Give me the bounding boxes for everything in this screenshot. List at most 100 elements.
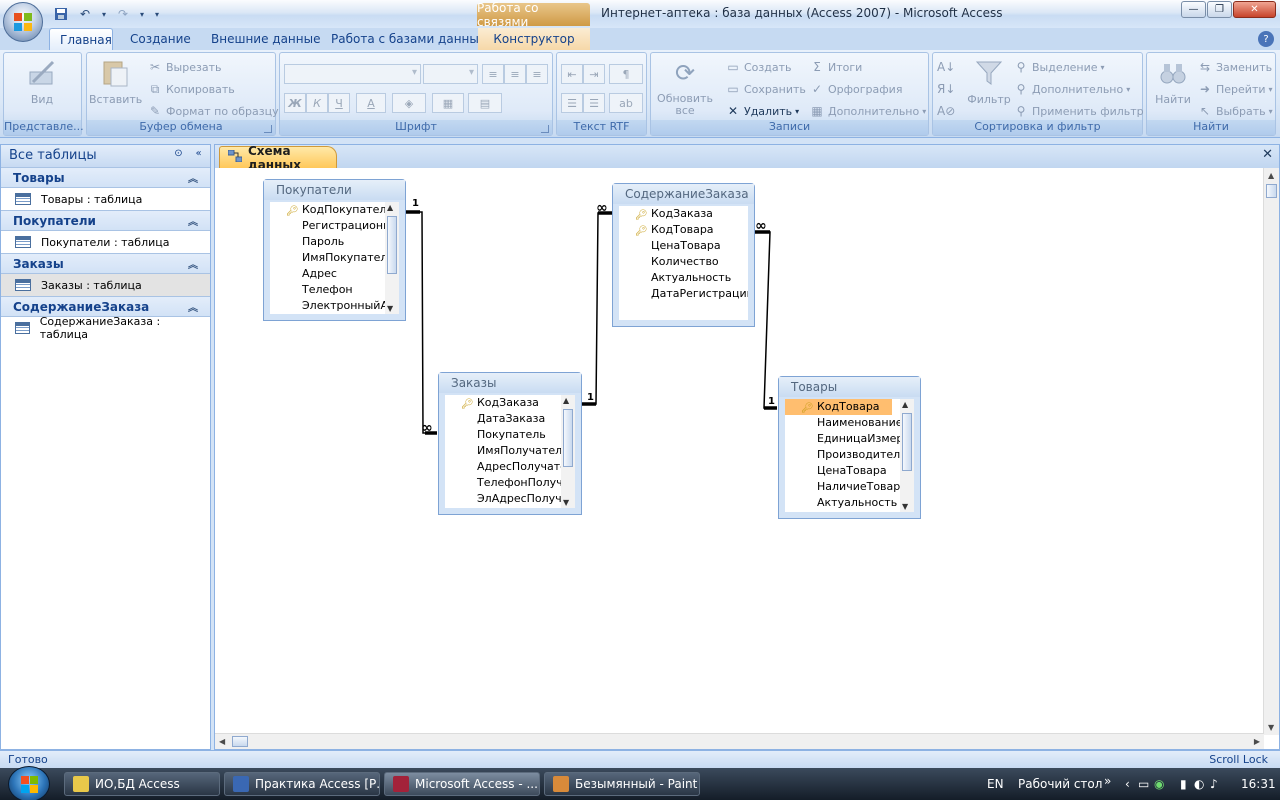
start-button[interactable] (8, 766, 50, 800)
table-box-products[interactable]: Товары 🔑︎ КодТовара Наименование ЕдиницаИ… (778, 376, 921, 519)
selection-filter-button[interactable]: ⚲ Выделение ▾ (1013, 58, 1105, 76)
save-record-button[interactable]: ▭ Сохранить (725, 80, 806, 98)
field-item[interactable]: Телефон (270, 282, 399, 298)
tab-design[interactable]: Конструктор (478, 28, 590, 50)
table-box-order-items[interactable]: СодержаниеЗаказа 🔑︎ КодЗаказа 🔑︎ КодТовара… (612, 183, 755, 327)
increase-indent-icon[interactable]: ⇥ (583, 64, 605, 84)
select-button[interactable]: ↖ Выбрать ▾ (1197, 102, 1273, 120)
tab-create[interactable]: Создание (120, 28, 201, 50)
field-item-selected[interactable]: 🔑︎ КодТовара (785, 399, 892, 415)
sort-descending-icon[interactable]: Я↓ (937, 80, 955, 98)
italic-button[interactable]: К (306, 93, 328, 113)
scroll-right-icon[interactable]: ▶ (1254, 737, 1260, 746)
format-painter-button[interactable]: ✎ Формат по образцу (147, 102, 279, 120)
tab-relationships-diagram[interactable]: Схема данных (219, 144, 337, 172)
bullets-icon[interactable]: ☰ (583, 93, 605, 113)
gridlines-icon[interactable]: ▦ (432, 93, 464, 113)
taskbar-item-word[interactable]: Практика Access [Р... (224, 772, 380, 796)
fill-color-icon[interactable]: ◈ (392, 93, 426, 113)
advanced-filter-button[interactable]: ⚲ Дополнительно ▾ (1013, 80, 1131, 98)
nav-group-order-items[interactable]: СодержаниеЗаказа ︽ (1, 296, 210, 317)
field-item[interactable]: ЭлАдресПолучателя (445, 491, 575, 507)
align-center-icon[interactable]: ≡ (504, 64, 526, 84)
security-icon[interactable]: ▮ (1180, 777, 1187, 791)
decrease-indent-icon[interactable]: ⇤ (561, 64, 583, 84)
alt-row-color-icon[interactable]: ▤ (468, 93, 502, 113)
field-item[interactable]: Наименование (785, 415, 914, 431)
field-item[interactable]: 🔑︎ КодТовара (619, 222, 748, 238)
table-title[interactable]: СодержаниеЗаказа (613, 184, 754, 204)
field-item[interactable]: Производитель (785, 447, 914, 463)
maximize-icon[interactable]: ❐ (1207, 1, 1232, 18)
nav-group-customers[interactable]: Покупатели ︽ (1, 210, 210, 231)
field-item[interactable]: 🔑︎ КодПокупателя (270, 202, 399, 218)
field-item[interactable]: ЦенаТовара (785, 463, 914, 479)
refresh-all-button[interactable]: ⟳ Обновить все (655, 57, 715, 119)
table-box-orders[interactable]: Заказы 🔑︎ КодЗаказа ДатаЗаказа Покупатель… (438, 372, 582, 515)
nav-collapse-icon[interactable]: « (191, 148, 206, 163)
horizontal-scrollbar[interactable]: ◀ ▶ (215, 733, 1264, 749)
desktop-toolbar[interactable]: Рабочий стол (1018, 777, 1102, 791)
field-scrollbar[interactable]: ▲ ▼ (385, 202, 399, 314)
field-item[interactable]: НаличиеТовара (785, 479, 914, 495)
save-icon[interactable] (52, 5, 70, 23)
highlight-icon[interactable]: ab (609, 93, 643, 113)
clear-sort-icon[interactable]: A⊘ (937, 102, 955, 120)
field-item[interactable]: ЕдиницаИзмерения (785, 431, 914, 447)
field-item[interactable]: ЭлектронныйАдрес (270, 298, 399, 314)
scroll-thumb[interactable] (232, 736, 248, 747)
table-box-customers[interactable]: Покупатели 🔑︎КодПокупателя Регистрационн… (263, 179, 406, 321)
scroll-left-icon[interactable]: ◀ (219, 737, 225, 746)
field-item[interactable]: Пароль (270, 234, 399, 250)
field-item[interactable]: Покупатель (445, 427, 575, 443)
field-item[interactable]: ДатаЗаказа (445, 411, 575, 427)
field-item[interactable]: АдресПолучателя (445, 459, 575, 475)
field-item[interactable]: ЦенаТовара (619, 238, 748, 254)
font-name-combo[interactable] (284, 64, 421, 84)
table-title[interactable]: Покупатели (264, 180, 405, 200)
replace-button[interactable]: ⇆ Заменить (1197, 58, 1272, 76)
field-item[interactable]: Адрес (270, 266, 399, 282)
spelling-button[interactable]: ✓ Орфография (809, 80, 902, 98)
field-item[interactable]: 🔑︎ КодЗаказа (445, 395, 575, 411)
field-scrollbar[interactable]: ▲ ▼ (561, 395, 575, 508)
paragraph-direction-icon[interactable]: ¶ (609, 64, 643, 84)
filter-button[interactable]: Фильтр (963, 57, 1015, 119)
toggle-filter-button[interactable]: ⚲ Применить фильтр (1013, 102, 1144, 120)
font-size-combo[interactable] (423, 64, 478, 84)
scroll-thumb[interactable] (1266, 184, 1277, 198)
align-right-icon[interactable]: ≡ (526, 64, 548, 84)
minimize-icon[interactable]: — (1181, 1, 1206, 18)
relationships-canvas[interactable]: 1 ∞ 1 ∞ ∞ 1 Покупатели 🔑︎ КодПокупателя Р… (215, 168, 1264, 735)
font-color-button[interactable]: А (356, 93, 386, 113)
new-record-button[interactable]: ▭ Создать (725, 58, 791, 76)
close-document-icon[interactable]: ✕ (1262, 147, 1273, 162)
undo-icon[interactable]: ↶ (76, 5, 94, 23)
align-left-icon[interactable]: ≡ (482, 64, 504, 84)
field-item[interactable]: ТелефонПолучателя (445, 475, 575, 491)
clipboard-launcher-icon[interactable] (264, 125, 272, 133)
nav-menu-chevron-icon[interactable]: ⊙ (171, 148, 186, 163)
paste-button[interactable]: Вставить (89, 57, 142, 119)
totals-button[interactable]: Σ Итоги (809, 58, 862, 76)
close-icon[interactable]: ✕ (1233, 1, 1276, 18)
nav-item-orders-table[interactable]: Заказы : таблица (1, 274, 210, 296)
field-item[interactable]: Актуальность (619, 270, 748, 286)
field-item[interactable]: 🔑︎ КодЗаказа (619, 206, 748, 222)
nav-header[interactable]: Все таблицы ⊙ « (1, 145, 210, 167)
table-title[interactable]: Товары (779, 377, 920, 397)
underline-button[interactable]: Ч (328, 93, 350, 113)
chevron-right-icon[interactable]: » (1104, 774, 1111, 788)
goto-button[interactable]: ➜ Перейти ▾ (1197, 80, 1273, 98)
font-launcher-icon[interactable] (541, 125, 549, 133)
sort-ascending-icon[interactable]: A↓ (937, 58, 955, 76)
nav-item-customers-table[interactable]: Покупатели : таблица (1, 231, 210, 253)
customize-qat-icon[interactable]: ▾ (152, 5, 162, 23)
cut-button[interactable]: ✂ Вырезать (147, 58, 222, 76)
taskbar-item-paint[interactable]: Безымянный - Paint (544, 772, 700, 796)
tab-database-tools[interactable]: Работа с базами данных (321, 28, 496, 50)
scroll-down-icon[interactable]: ▼ (1268, 723, 1274, 732)
redo-dropdown-icon[interactable]: ▾ (138, 5, 146, 23)
numbering-icon[interactable]: ☰ (561, 93, 583, 113)
nav-item-order-items-table[interactable]: СодержаниеЗаказа : таблица (1, 315, 210, 341)
